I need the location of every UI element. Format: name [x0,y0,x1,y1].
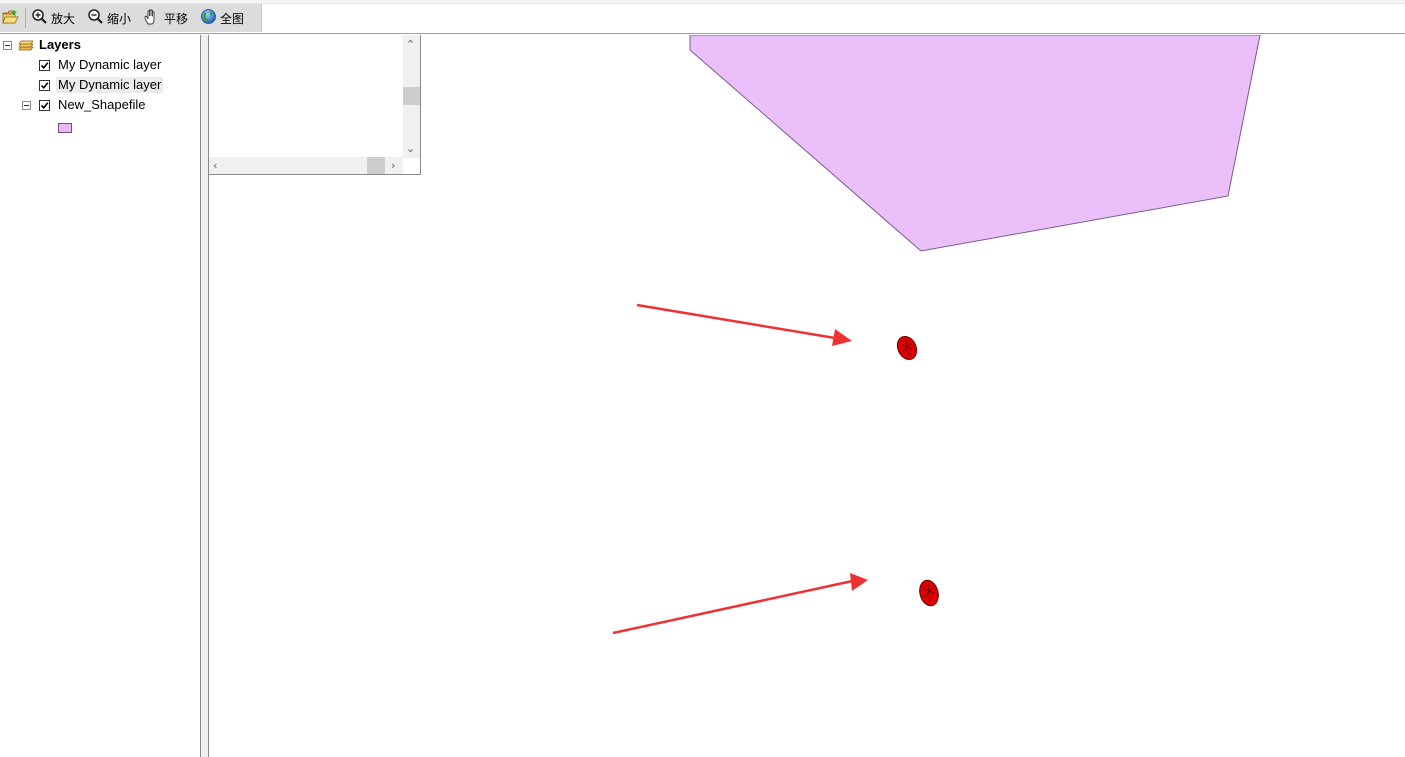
layer-label-selected[interactable]: My Dynamic layer [56,77,164,93]
overview-window[interactable]: ⌃ ⌄ ‹ › [209,35,421,175]
open-button[interactable] [2,7,20,29]
zoom-in-button[interactable]: 放大 [31,7,75,29]
layer-visibility-checkbox[interactable] [39,100,50,111]
point-feature[interactable] [917,578,941,608]
scroll-left-arrow-icon[interactable]: ‹ [213,160,217,171]
annotation-arrow [636,303,852,346]
pan-label: 平移 [164,11,189,26]
layers-icon [18,38,35,55]
folder-open-icon [2,9,20,28]
layer-label[interactable]: My Dynamic layer [58,57,161,73]
gis-map-application: 放大 缩小 平移 全图 Layers My Dynamic layer My D… [0,0,1405,757]
scroll-up-arrow-icon[interactable]: ⌃ [406,39,415,50]
zoom-in-label: 放大 [51,11,76,26]
collapse-layer-toggle[interactable] [22,101,31,110]
point-feature[interactable] [894,333,920,362]
vertical-scroll-thumb[interactable] [403,87,420,105]
zoom-out-icon [87,8,104,28]
full-extent-button[interactable]: 全图 [200,7,244,29]
layer-label[interactable]: New_Shapefile [58,97,145,113]
hand-icon [143,8,161,29]
zoom-out-label: 缩小 [107,11,132,26]
panel-splitter[interactable] [200,35,209,757]
polygon-feature[interactable] [689,35,1261,252]
full-extent-label: 全图 [220,11,245,26]
layers-root-label[interactable]: Layers [39,37,81,53]
vertical-scrollbar[interactable]: ⌃ ⌄ [403,35,420,158]
layers-panel: Layers My Dynamic layer My Dynamic layer… [0,35,200,757]
zoom-in-icon [31,8,48,28]
horizontal-scroll-thumb[interactable] [367,157,385,174]
pan-button[interactable]: 平移 [143,7,188,29]
map-canvas[interactable]: ⌃ ⌄ ‹ › [209,35,1405,757]
horizontal-scrollbar[interactable]: ‹ › [209,157,403,174]
toolbar-separator [25,8,26,28]
scroll-right-arrow-icon[interactable]: › [391,160,395,171]
annotation-arrow [612,573,868,635]
zoom-out-button[interactable]: 缩小 [87,7,131,29]
collapse-layers-toggle[interactable] [3,41,12,50]
scroll-down-arrow-icon[interactable]: ⌄ [406,143,415,154]
layer-visibility-checkbox[interactable] [39,60,50,71]
polygon-legend-swatch [58,123,72,133]
layer-visibility-checkbox[interactable] [39,80,50,91]
globe-icon [200,8,217,28]
toolbar: 放大 缩小 平移 全图 [0,0,1405,34]
